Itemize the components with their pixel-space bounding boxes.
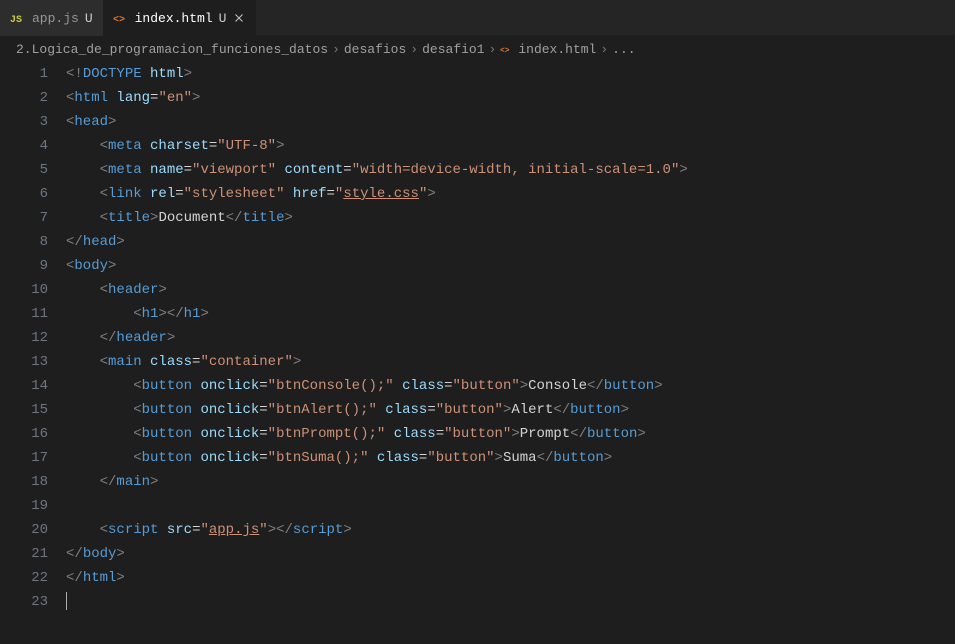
- line-number: 18: [0, 470, 48, 494]
- code-line[interactable]: <header>: [66, 278, 955, 302]
- code-line[interactable]: <button onclick="btnPrompt();" class="bu…: [66, 422, 955, 446]
- breadcrumb-part[interactable]: index.html: [518, 42, 596, 57]
- chevron-right-icon: ›: [410, 42, 418, 57]
- html-file-icon: <>: [113, 10, 129, 26]
- code-editor[interactable]: 1234567891011121314151617181920212223 <!…: [0, 62, 955, 644]
- line-number-gutter: 1234567891011121314151617181920212223: [0, 62, 66, 644]
- svg-text:JS: JS: [10, 15, 22, 26]
- code-line[interactable]: <button onclick="btnConsole();" class="b…: [66, 374, 955, 398]
- line-number: 5: [0, 158, 48, 182]
- code-line[interactable]: <button onclick="btnAlert();" class="but…: [66, 398, 955, 422]
- code-line[interactable]: </main>: [66, 470, 955, 494]
- line-number: 4: [0, 134, 48, 158]
- line-number: 21: [0, 542, 48, 566]
- line-number: 12: [0, 326, 48, 350]
- line-number: 11: [0, 302, 48, 326]
- line-number: 22: [0, 566, 48, 590]
- code-line[interactable]: </head>: [66, 230, 955, 254]
- code-line[interactable]: <meta charset="UTF-8">: [66, 134, 955, 158]
- line-number: 6: [0, 182, 48, 206]
- code-line[interactable]: <html lang="en">: [66, 86, 955, 110]
- svg-text:<>: <>: [113, 15, 125, 26]
- tab-modified: U: [85, 11, 93, 26]
- breadcrumb-part[interactable]: desafio1: [422, 42, 484, 57]
- breadcrumb[interactable]: 2.Logica_de_programacion_funciones_datos…: [0, 36, 955, 62]
- chevron-right-icon: ›: [332, 42, 340, 57]
- line-number: 19: [0, 494, 48, 518]
- breadcrumb-part[interactable]: 2.Logica_de_programacion_funciones_datos: [16, 42, 328, 57]
- code-line[interactable]: <button onclick="btnSuma();" class="butt…: [66, 446, 955, 470]
- breadcrumb-part[interactable]: desafios: [344, 42, 406, 57]
- line-number: 3: [0, 110, 48, 134]
- code-line[interactable]: <script src="app.js"></script>: [66, 518, 955, 542]
- line-number: 8: [0, 230, 48, 254]
- code-line[interactable]: [66, 590, 955, 614]
- code-line[interactable]: <head>: [66, 110, 955, 134]
- code-line[interactable]: [66, 494, 955, 518]
- code-line[interactable]: <link rel="stylesheet" href="style.css">: [66, 182, 955, 206]
- breadcrumb-overflow[interactable]: ...: [612, 42, 635, 57]
- line-number: 14: [0, 374, 48, 398]
- code-line[interactable]: </header>: [66, 326, 955, 350]
- line-number: 7: [0, 206, 48, 230]
- tab-index-html[interactable]: <> index.html U: [103, 0, 257, 36]
- chevron-right-icon: ›: [600, 42, 608, 57]
- line-number: 2: [0, 86, 48, 110]
- chevron-right-icon: ›: [489, 42, 497, 57]
- line-number: 16: [0, 422, 48, 446]
- tab-app-js[interactable]: JS app.js U: [0, 0, 103, 36]
- html-file-icon: <>: [500, 42, 514, 56]
- code-line[interactable]: <h1></h1>: [66, 302, 955, 326]
- tab-label: index.html: [135, 11, 213, 26]
- code-line[interactable]: <!DOCTYPE html>: [66, 62, 955, 86]
- code-line[interactable]: <body>: [66, 254, 955, 278]
- svg-text:<>: <>: [500, 47, 510, 56]
- tab-modified: U: [219, 11, 227, 26]
- line-number: 9: [0, 254, 48, 278]
- code-line[interactable]: <main class="container">: [66, 350, 955, 374]
- line-number: 1: [0, 62, 48, 86]
- line-number: 15: [0, 398, 48, 422]
- line-number: 20: [0, 518, 48, 542]
- code-content[interactable]: <!DOCTYPE html><html lang="en"><head> <m…: [66, 62, 955, 644]
- line-number: 13: [0, 350, 48, 374]
- code-line[interactable]: </body>: [66, 542, 955, 566]
- line-number: 17: [0, 446, 48, 470]
- editor-tabs: JS app.js U <> index.html U: [0, 0, 955, 36]
- line-number: 10: [0, 278, 48, 302]
- js-file-icon: JS: [10, 10, 26, 26]
- code-line[interactable]: </html>: [66, 566, 955, 590]
- code-line[interactable]: <title>Document</title>: [66, 206, 955, 230]
- text-cursor: [66, 592, 67, 610]
- close-icon[interactable]: [232, 11, 246, 25]
- line-number: 23: [0, 590, 48, 614]
- code-line[interactable]: <meta name="viewport" content="width=dev…: [66, 158, 955, 182]
- tab-label: app.js: [32, 11, 79, 26]
